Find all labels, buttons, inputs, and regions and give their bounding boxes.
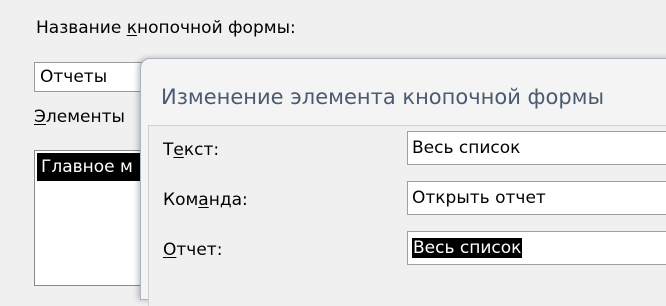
label-text: Название	[36, 18, 127, 38]
text-field[interactable]: Весь список	[407, 131, 666, 165]
edit-item-dialog: Изменение элемента кнопочной формы Текст…	[140, 58, 666, 306]
items-list[interactable]: Главное м	[34, 150, 154, 286]
items-label: Элементы	[34, 107, 125, 127]
label-text: нопочной формы:	[136, 18, 296, 38]
label-text: кст:	[183, 140, 220, 160]
report-label: Отчет:	[163, 240, 222, 260]
text-label: Текст:	[163, 140, 219, 160]
dialog-body: Текст: Весь список Команда: Открыть отче…	[148, 125, 666, 306]
report-field[interactable]: Весь список	[407, 231, 666, 265]
form-name-label: Название кнопочной формы:	[36, 18, 296, 38]
form-name-value: Отчеты	[40, 67, 108, 87]
label-text: Т	[163, 140, 174, 160]
label-text: тчет:	[176, 240, 223, 260]
accelerator-key: О	[163, 240, 177, 260]
form-name-input[interactable]: Отчеты	[34, 62, 154, 92]
label-text: нда:	[208, 190, 248, 210]
label-text: лементы	[45, 107, 125, 127]
command-label: Команда:	[163, 190, 248, 210]
dialog-title: Изменение элемента кнопочной формы	[161, 85, 605, 109]
accelerator-key: а	[198, 190, 209, 210]
label-text: Ком	[163, 190, 199, 210]
accelerator-key: к	[126, 18, 137, 38]
command-field-value: Открыть отчет	[412, 188, 546, 208]
accelerator-key: е	[173, 140, 184, 160]
list-item-selected[interactable]: Главное м	[37, 153, 153, 181]
accelerator-key: Э	[34, 107, 46, 127]
text-field-value: Весь список	[412, 138, 521, 158]
report-field-value: Весь список	[412, 238, 523, 258]
command-field[interactable]: Открыть отчет	[407, 181, 666, 215]
